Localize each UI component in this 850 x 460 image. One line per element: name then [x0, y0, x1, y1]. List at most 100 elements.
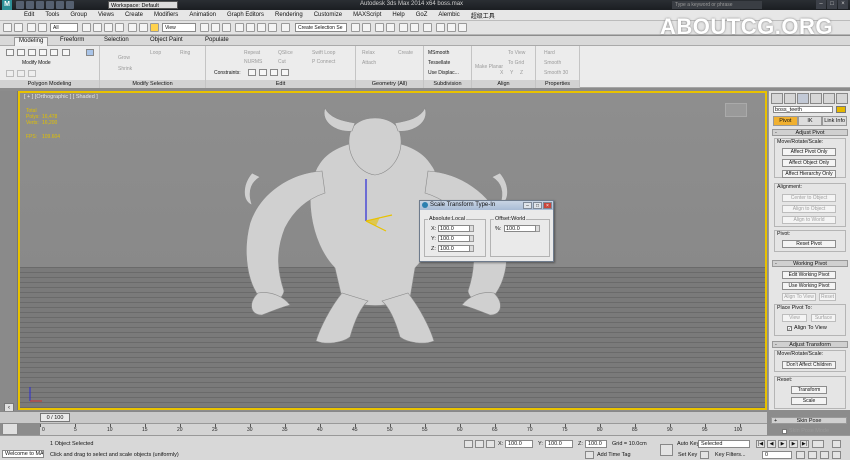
graphite-ribbon-icon[interactable] [386, 23, 395, 32]
object-name-field[interactable]: boss_teeth [773, 106, 833, 113]
time-tag-icon[interactable] [585, 451, 594, 459]
render-teapot-icon[interactable] [458, 23, 467, 32]
subobject-edge-icon[interactable] [17, 49, 25, 56]
time-slider-thumb[interactable]: 0 / 100 [40, 413, 70, 422]
track-bar[interactable]: 0 5 10 15 20 25 30 35 40 45 50 55 60 65 … [40, 423, 767, 435]
modify-panel-icon[interactable] [784, 93, 796, 104]
adjust-transform-rollout[interactable]: - Adjust Transform [772, 341, 848, 348]
reset-pivot-button[interactable]: Reset Pivot [782, 240, 836, 248]
loop-button[interactable]: Loop [150, 50, 161, 56]
app-logo-icon[interactable]: M [2, 0, 12, 10]
menu-super-tools[interactable]: 超级工具 [471, 11, 495, 20]
link-icon[interactable] [27, 23, 36, 32]
smooth-button[interactable]: Smooth [544, 60, 561, 66]
auto-key-selection-dropdown[interactable]: Selected [698, 440, 750, 448]
checkmark-icon[interactable]: ✓ [787, 325, 792, 331]
keyboard-shortcut-icon[interactable] [222, 23, 231, 32]
scale-x-input[interactable]: 100.0 [438, 225, 470, 232]
repeat-button[interactable]: Repeat [244, 50, 260, 56]
scale-button[interactable]: Scale [791, 397, 827, 405]
affect-pivot-only-button[interactable]: Affect Pivot Only [782, 148, 836, 156]
auto-key-button[interactable]: Auto Key [677, 441, 699, 447]
utilities-panel-icon[interactable] [836, 93, 848, 104]
subobject-vertex-icon[interactable] [6, 49, 14, 56]
menu-create[interactable]: Create [125, 12, 143, 18]
align-to-object-button[interactable]: Align to Object [782, 205, 836, 213]
perspective-viewport[interactable]: [ + ] [Orthographic ] [ Shaded ] Total P… [18, 91, 767, 410]
menu-goz[interactable]: GoZ [416, 12, 428, 18]
maximize-icon[interactable]: □ [827, 0, 837, 9]
menu-customize[interactable]: Customize [314, 12, 342, 18]
group-title-geometry[interactable]: Geometry (All) [356, 80, 423, 88]
offset-percent-spinner[interactable]: %: 100.0 [495, 225, 540, 232]
reset-working-pivot-button[interactable]: Reset [819, 293, 836, 301]
transform-button[interactable]: Transform [791, 386, 827, 394]
maxscript-listener-field[interactable]: Welcome to MAX! [2, 450, 44, 458]
offset-percent-input[interactable]: 100.0 [504, 225, 536, 232]
select-by-name-icon[interactable] [93, 23, 102, 32]
boss-model[interactable] [20, 93, 767, 410]
time-slider-bar[interactable]: 0 / 100 [0, 411, 767, 423]
undo-icon[interactable] [3, 23, 12, 32]
tessellate-button[interactable]: Tessellate [428, 60, 450, 66]
orbit-icon[interactable] [832, 451, 841, 459]
render-setup-icon[interactable] [436, 23, 445, 32]
dialog-title-bar[interactable]: Scale Transform Type-In – □ × [420, 201, 553, 210]
checkbox-icon[interactable] [782, 428, 787, 434]
material-editor-icon[interactable] [423, 23, 432, 32]
shrink-button[interactable]: Shrink [118, 66, 132, 72]
align-to-world-button[interactable]: Align to World [782, 216, 836, 224]
redo-icon[interactable] [56, 1, 64, 9]
tab-pivot[interactable]: Pivot [773, 116, 798, 126]
edit-working-pivot-button[interactable]: Edit Working Pivot [782, 271, 836, 279]
add-time-tag-button[interactable]: Add Time Tag [597, 452, 631, 458]
menu-help[interactable]: Help [392, 12, 404, 18]
spinner-snap-icon[interactable] [268, 23, 277, 32]
menu-alembic[interactable]: Alembic [438, 12, 459, 18]
move-icon[interactable] [128, 23, 137, 32]
layer-manager-icon[interactable] [375, 23, 384, 32]
pivot-center-icon[interactable] [200, 23, 209, 32]
search-input[interactable]: Type a keyword or phrase [672, 1, 762, 9]
tab-selection[interactable]: Selection [100, 37, 133, 43]
use-working-pivot-button[interactable]: Use Working Pivot [782, 282, 836, 290]
tab-object-paint[interactable]: Object Paint [146, 37, 187, 43]
selection-lock-icon[interactable] [475, 440, 484, 448]
project-folder-icon[interactable] [66, 1, 74, 9]
attach-button[interactable]: Attach [362, 60, 376, 66]
tab-modeling[interactable]: Modeling [14, 37, 49, 46]
current-frame-field[interactable]: 0 [762, 451, 792, 459]
align-y-button[interactable]: Y [510, 70, 513, 76]
named-selection-set-dropdown[interactable]: Create Selection Se [295, 23, 347, 32]
redo-icon[interactable] [14, 23, 23, 32]
edit-named-selection-icon[interactable] [281, 23, 290, 32]
msmooth-button[interactable]: MSmooth [428, 50, 449, 56]
hard-button[interactable]: Hard [544, 50, 555, 56]
smooth-30-button[interactable]: Smooth 30 [544, 70, 568, 76]
modify-mode-label[interactable]: Modify Mode [22, 60, 51, 66]
play-icon[interactable]: ▶ [778, 440, 787, 448]
status-z-field[interactable]: 100.0 [585, 440, 607, 448]
align-z-button[interactable]: Z [520, 70, 523, 76]
unlink-icon[interactable] [38, 23, 47, 32]
workspace-dropdown[interactable]: Workspace: Default [108, 1, 178, 9]
menu-tools[interactable]: Tools [45, 12, 59, 18]
spinner-arrows-icon[interactable] [470, 245, 474, 252]
p-connect-button[interactable]: P Connect [312, 59, 335, 65]
relax-button[interactable]: Relax [362, 50, 375, 56]
window-crossing-icon[interactable] [115, 23, 124, 32]
dialog-maximize-icon[interactable]: □ [533, 202, 542, 209]
curve-editor-icon[interactable] [399, 23, 408, 32]
go-to-end-icon[interactable]: ▶| [800, 440, 809, 448]
rendered-frame-icon[interactable] [447, 23, 456, 32]
status-y-field[interactable]: 100.0 [545, 440, 573, 448]
key-mode-toggle-icon[interactable] [812, 440, 824, 448]
group-title-align[interactable]: Align [472, 80, 535, 88]
make-planar-button[interactable]: Make Planar [475, 64, 503, 70]
stack-icon[interactable] [62, 49, 70, 56]
subobject-element-icon[interactable] [50, 49, 58, 56]
isolate-selection-icon[interactable] [464, 440, 473, 448]
menu-graph-editors[interactable]: Graph Editors [227, 12, 264, 18]
constraint-edge-icon[interactable] [259, 69, 267, 76]
rectangle-selection-icon[interactable] [104, 23, 113, 32]
